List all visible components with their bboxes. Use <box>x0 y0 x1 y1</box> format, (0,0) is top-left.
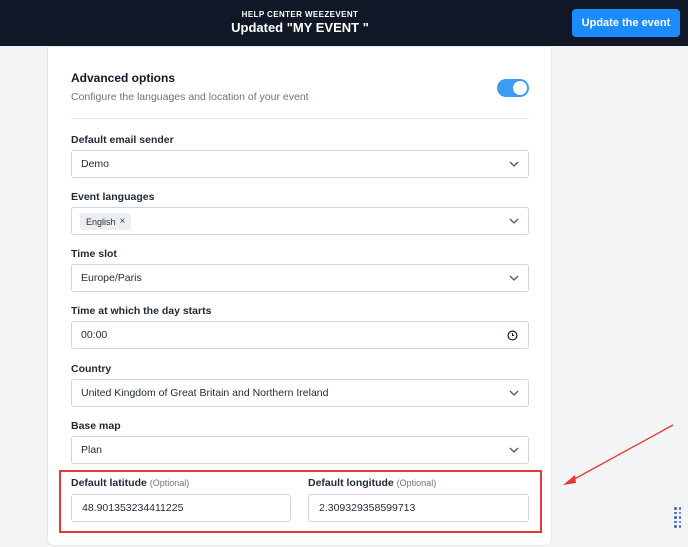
base-map-value: Plan <box>81 444 103 456</box>
event-languages-select[interactable]: English × <box>71 207 529 235</box>
annotation-arrow-icon <box>563 424 674 485</box>
clock-icon[interactable] <box>507 330 518 341</box>
toggle-knob <box>513 81 527 95</box>
divider <box>71 118 529 119</box>
base-map-label: Base map <box>71 420 121 432</box>
email-sender-select[interactable]: Demo <box>71 150 529 178</box>
chevron-down-icon <box>509 390 519 396</box>
country-label: Country <box>71 363 112 375</box>
email-sender-label: Default email sender <box>71 134 174 146</box>
remove-chip-icon[interactable]: × <box>120 216 126 227</box>
country-select[interactable]: United Kingdom of Great Britain and Nort… <box>71 379 529 407</box>
language-chip-label: English <box>86 216 116 227</box>
time-slot-select[interactable]: Europe/Paris <box>71 264 529 292</box>
language-chip: English × <box>80 213 132 230</box>
base-map-select[interactable]: Plan <box>71 436 529 464</box>
section-title: Advanced options <box>71 71 176 85</box>
highlight-box <box>59 470 542 533</box>
drag-handle-icon[interactable] <box>674 507 682 528</box>
chevron-down-icon <box>509 161 519 167</box>
chevron-down-icon <box>509 275 519 281</box>
event-languages-label: Event languages <box>71 191 155 203</box>
chevron-down-icon <box>509 447 519 453</box>
page-title: Updated "MY EVENT " <box>231 20 369 35</box>
time-slot-label: Time slot <box>71 248 117 260</box>
day-start-label: Time at which the day starts <box>71 305 212 317</box>
time-slot-value: Europe/Paris <box>81 272 142 284</box>
update-event-button[interactable]: Update the event <box>572 9 680 37</box>
chevron-down-icon <box>509 218 519 224</box>
day-start-time-input[interactable]: 00:00 <box>71 321 529 349</box>
advanced-options-toggle[interactable] <box>497 79 529 97</box>
country-value: United Kingdom of Great Britain and Nort… <box>81 387 329 399</box>
email-sender-value: Demo <box>81 158 110 170</box>
section-subtitle: Configure the languages and location of … <box>71 91 309 103</box>
day-start-value: 00:00 <box>81 329 108 341</box>
help-center-label: HELP CENTER WEEZEVENT <box>241 10 359 19</box>
